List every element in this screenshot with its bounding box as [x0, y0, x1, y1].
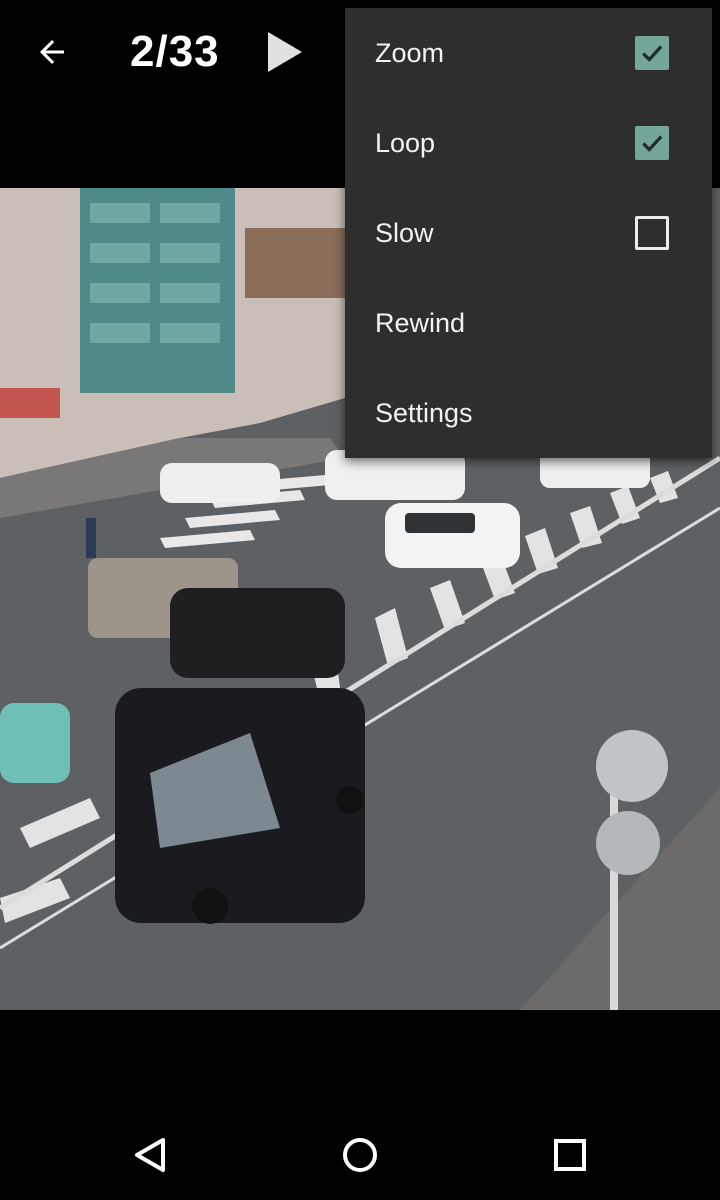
menu-item-rewind[interactable]: Rewind	[345, 278, 712, 368]
menu-item-loop[interactable]: Loop	[345, 98, 712, 188]
menu-item-label: Rewind	[375, 307, 466, 338]
nav-back-icon	[135, 1138, 165, 1172]
menu-item-label: Slow	[375, 217, 434, 248]
nav-recents-icon	[554, 1139, 586, 1171]
play-icon	[268, 32, 302, 72]
menu-item-label: Loop	[375, 127, 436, 158]
checkmark-icon	[642, 45, 663, 62]
arrow-back-icon	[40, 40, 64, 64]
overflow-menu: Zoom Loop Slow Rewind Settings	[345, 8, 712, 458]
system-nav-bar	[0, 1110, 720, 1200]
play-button[interactable]	[258, 26, 310, 78]
menu-item-label: Zoom	[375, 37, 445, 68]
slow-checkbox[interactable]	[635, 216, 669, 250]
menu-item-zoom[interactable]: Zoom	[345, 8, 712, 98]
checkmark-icon	[642, 135, 663, 152]
nav-home-icon	[343, 1138, 377, 1172]
nav-recents-button[interactable]	[535, 1122, 605, 1188]
menu-item-settings[interactable]: Settings	[345, 368, 712, 458]
zoom-checkbox[interactable]	[635, 36, 669, 70]
loop-checkbox[interactable]	[635, 126, 669, 160]
menu-item-slow[interactable]: Slow	[345, 188, 712, 278]
nav-back-button[interactable]	[115, 1122, 185, 1188]
nav-home-button[interactable]	[325, 1122, 395, 1188]
menu-item-label: Settings	[375, 397, 473, 428]
image-counter: 2/33	[130, 27, 220, 76]
back-button[interactable]	[28, 28, 76, 76]
